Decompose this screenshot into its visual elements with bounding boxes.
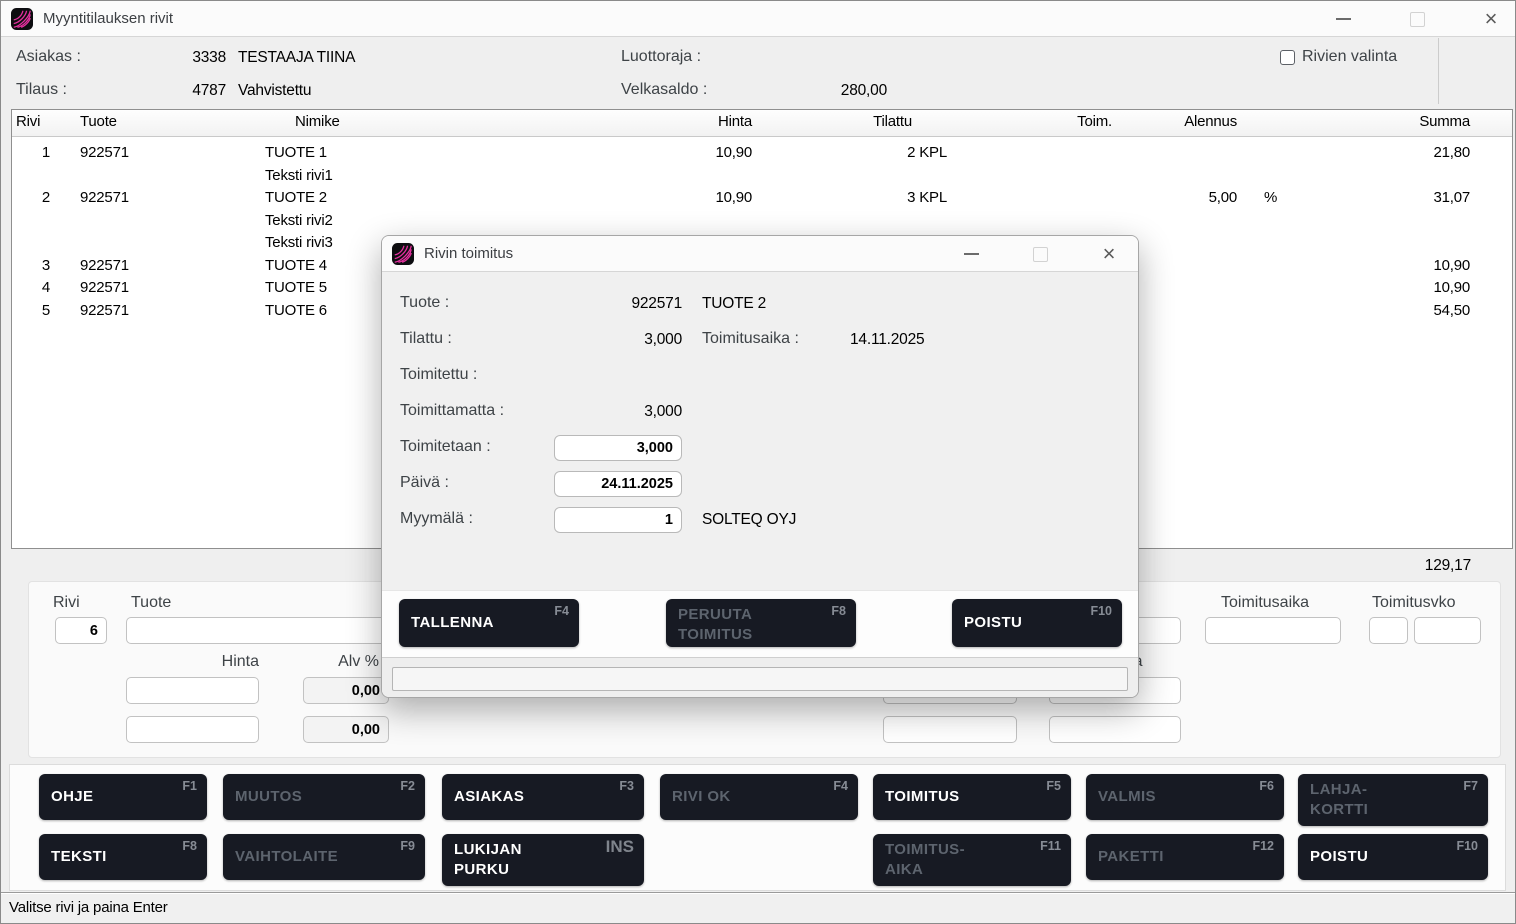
form-hinta-label: Hinta [126,653,259,671]
lukijan-purku-button[interactable]: LUKIJAN PURKUINS [442,834,644,886]
status-text: Valitse rivi ja paina Enter [9,899,168,916]
asiakas-button[interactable]: ASIAKASF3 [442,774,644,820]
column-header-summa: Summa [1305,110,1512,134]
dlg-myymala-input[interactable] [554,507,682,533]
debt-balance-value: 280,00 [812,82,887,100]
dialog-minimize-icon[interactable] [959,242,983,266]
form-alv-input-2[interactable] [303,716,389,743]
customer-label: Asiakas : [16,48,81,66]
dialog-status-strip [382,657,1138,697]
column-header-hinta: Hinta [685,110,775,134]
dlg-myymala-label: Myymälä : [400,510,473,528]
order-code: 4787 [151,82,226,100]
form-toimitusvko-input-2[interactable] [1414,617,1481,644]
status-bar: Valitse rivi ja paina Enter [1,892,1515,923]
window-title: Myyntitilauksen rivit [43,10,173,27]
table-header-row: Rivi Tuote Nimike Hinta Tilattu Toim. Al… [12,110,1512,137]
maximize-icon[interactable] [1405,7,1429,31]
vaihtolaite-button[interactable]: VAIHTOLAITEF9 [223,834,425,880]
minimize-icon[interactable] [1331,7,1355,31]
dlg-toimitetaan-input[interactable] [554,435,682,461]
ohje-button[interactable]: OHJEF1 [39,774,207,820]
row-delivery-dialog: Rivin toimitus × Tuote : 922571 TUOTE 2 … [381,235,1139,698]
form-rivi-label: Rivi [53,594,80,612]
paketti-button[interactable]: PAKETTIF12 [1086,834,1284,880]
row-selection-checkbox[interactable] [1280,50,1295,65]
dialog-title-bar: Rivin toimitus × [382,236,1138,272]
row-selection-label: Rivien valinta [1302,48,1397,66]
form-rivi-input[interactable] [55,617,107,644]
form-hinta-input-1[interactable] [126,677,259,704]
form-field-2[interactable] [883,716,1017,743]
dlg-paiva-label: Päivä : [400,474,449,492]
dlg-toimitusaika-value: 14.11.2025 [850,331,924,349]
rivi-ok-button[interactable]: RIVI OKF4 [660,774,858,820]
column-header-toim: Toim. [970,110,1115,134]
dialog-status-field [392,667,1128,691]
customer-name: TESTAAJA TIINA [238,49,355,67]
dlg-tilattu-value: 3,000 [552,331,682,349]
form-toimitusaika-label: Toimitusaika [1221,594,1309,612]
dlg-toimittamatta-value: 3,000 [552,403,682,421]
dialog-title: Rivin toimitus [424,245,513,262]
dialog-logo-icon [392,243,414,265]
form-toimitusvko-label: Toimitusvko [1372,594,1456,612]
column-header-tilattu: Tilattu [775,110,970,134]
dlg-myymala-name: SOLTEQ OYJ [702,511,796,529]
toimitus-button[interactable]: TOIMITUSF5 [873,774,1071,820]
dialog-poistu-button[interactable]: POISTUF10 [952,599,1122,647]
order-label: Tilaus : [16,81,67,99]
form-alv-label: Alv % [303,653,379,671]
muutos-button[interactable]: MUUTOSF2 [223,774,425,820]
dialog-maximize-icon[interactable] [1028,242,1052,266]
column-header-alennus: Alennus [1115,110,1245,134]
title-bar: Myyntitilauksen rivit × [1,1,1515,37]
form-alv-input-1[interactable] [303,677,389,704]
lahjakortti-button[interactable]: LAHJA- KORTTIF7 [1298,774,1488,826]
teksti-button[interactable]: TEKSTIF8 [39,834,207,880]
dlg-tuote-name: TUOTE 2 [702,295,766,313]
dlg-tuote-label: Tuote : [400,294,449,312]
form-toimitusaika-input[interactable] [1205,617,1341,644]
dlg-toimitettu-label: Toimitettu : [400,366,477,384]
valmis-button[interactable]: VALMISF6 [1086,774,1284,820]
dlg-toimitusaika-label: Toimitusaika : [702,330,799,348]
poistu-button[interactable]: POISTUF10 [1298,834,1488,880]
main-window: Myyntitilauksen rivit × Asiakas : 3338 T… [0,0,1516,924]
order-total: 129,17 [1304,557,1471,575]
dlg-toimittamatta-label: Toimittamatta : [400,402,504,420]
order-status: Vahvistettu [238,82,311,100]
customer-code: 3338 [151,49,226,67]
dlg-tuote-code: 922571 [552,295,682,313]
app-logo-icon [11,8,33,30]
form-hinta-input-2[interactable] [126,716,259,743]
toimitusaika-button[interactable]: TOIMITUS- AIKAF11 [873,834,1071,886]
form-summa-input-2[interactable] [1049,716,1181,743]
tallenna-button[interactable]: TALLENNAF4 [399,599,579,647]
column-header-rivi: Rivi [12,110,80,134]
debt-balance-label: Velkasaldo : [621,81,707,99]
column-header-tuote: Tuote [80,110,265,134]
dlg-paiva-input[interactable] [554,471,682,497]
peruuta-toimitus-button[interactable]: PERUUTA TOIMITUSF8 [666,599,856,647]
dialog-close-icon[interactable]: × [1097,242,1121,266]
form-tuote-label: Tuote [131,594,171,612]
column-header-nimike: Nimike [265,110,685,134]
form-toimitusvko-input-1[interactable] [1369,617,1408,644]
table-row[interactable]: 1 922571 TUOTE 1Teksti rivi1 10,90 2 KPL… [12,142,1512,187]
close-icon[interactable]: × [1479,7,1503,31]
credit-limit-label: Luottoraja : [621,48,701,66]
dlg-toimitetaan-label: Toimitetaan : [400,438,491,456]
header-divider [1438,38,1439,104]
dlg-tilattu-label: Tilattu : [400,330,452,348]
